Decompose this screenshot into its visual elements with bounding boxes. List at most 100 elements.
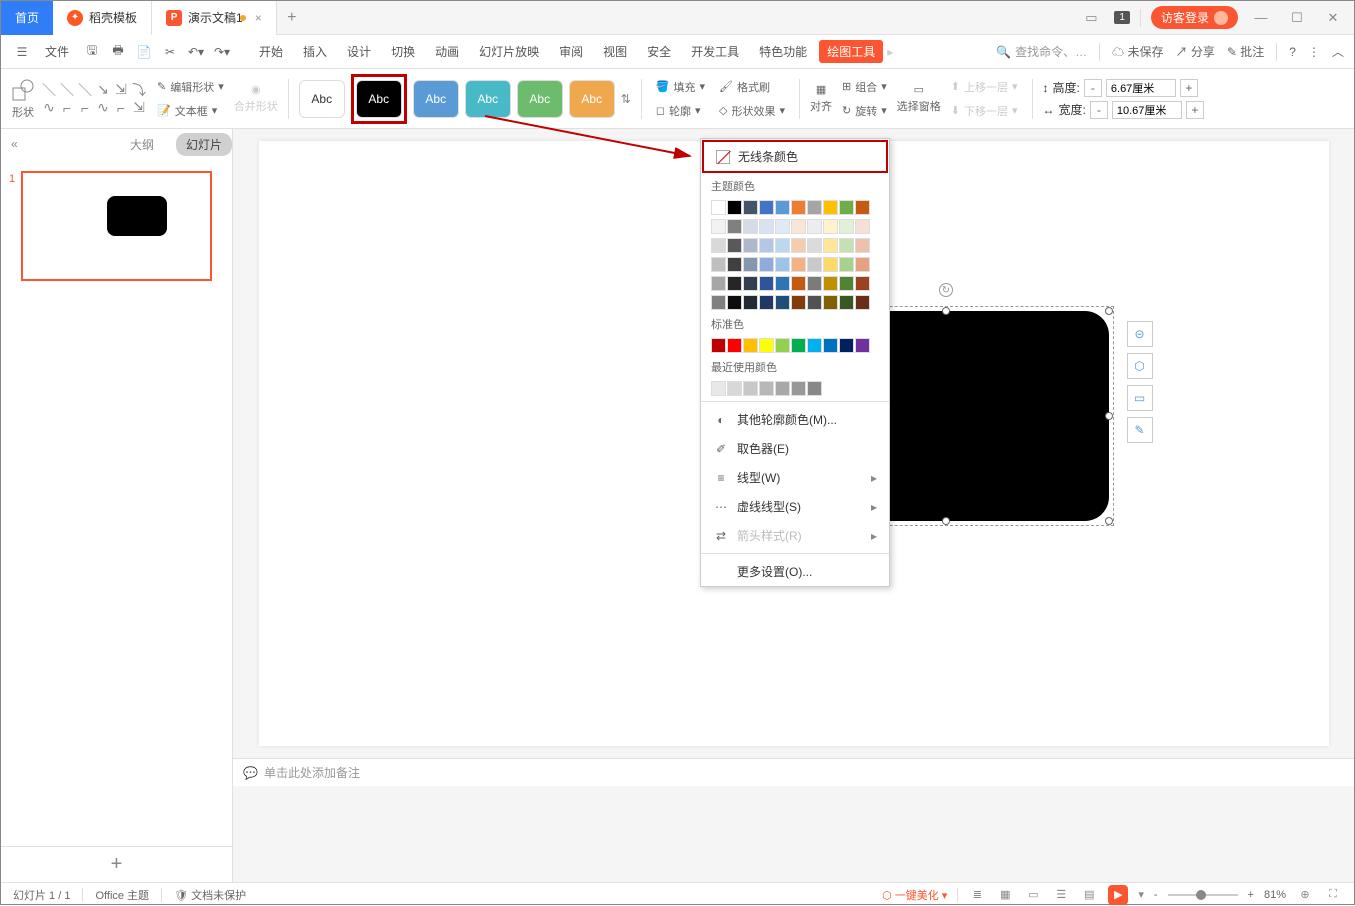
resize-handle-ne[interactable] [1105,307,1113,315]
color-swatch[interactable] [807,295,822,310]
color-swatch[interactable] [727,200,742,215]
slides-tab[interactable]: 幻灯片 [176,133,232,156]
color-swatch[interactable] [775,257,790,272]
menu-animation[interactable]: 动画 [427,40,467,63]
play-button[interactable]: ▶ [1108,885,1128,905]
style-preset-1[interactable]: Abc [299,80,345,118]
color-swatch[interactable] [743,381,758,396]
color-swatch[interactable] [775,295,790,310]
selection-pane-button[interactable]: ▭ 选择窗格 [897,83,941,114]
undo-icon[interactable]: ↶▾ [185,41,207,63]
color-swatch[interactable] [743,295,758,310]
view-sorter-icon[interactable]: ▦ [996,886,1014,904]
share-button[interactable]: ↗ 分享 [1176,43,1215,60]
color-swatch[interactable] [711,295,726,310]
fullscreen-icon[interactable]: ⛶ [1324,886,1342,904]
slide-thumbnail-1[interactable]: 1 [21,171,212,281]
zoom-slider[interactable] [1168,894,1238,896]
color-swatch[interactable] [823,238,838,253]
color-swatch[interactable] [855,276,870,291]
color-swatch[interactable] [743,200,758,215]
width-input[interactable] [1112,101,1182,119]
color-swatch[interactable] [839,200,854,215]
menu-transition[interactable]: 切换 [383,40,423,63]
shapes-button[interactable]: 形状 [11,78,35,120]
more-settings-option[interactable]: 更多设置(O)... [701,557,889,586]
menu-insert[interactable]: 插入 [295,40,335,63]
height-minus[interactable]: - [1084,79,1102,97]
text-box-button[interactable]: 📝 文本框 ▾ [153,101,228,121]
color-swatch[interactable] [727,219,742,234]
add-slide-button[interactable]: + [1,846,232,882]
color-swatch[interactable] [743,276,758,291]
color-swatch[interactable] [823,338,838,353]
dashes-option[interactable]: ⋯ 虚线线型(S) ▸ [701,492,889,521]
color-swatch[interactable] [839,276,854,291]
menu-review[interactable]: 审阅 [551,40,591,63]
color-swatch[interactable] [727,338,742,353]
color-swatch[interactable] [759,295,774,310]
format-painter-button[interactable]: 🖌 格式刷 [715,77,789,97]
color-swatch[interactable] [727,257,742,272]
color-swatch[interactable] [823,200,838,215]
tab-home[interactable]: 首页 [1,1,53,35]
annotate-button[interactable]: ✎ 批注 [1227,43,1264,60]
color-swatch[interactable] [775,381,790,396]
color-swatch[interactable] [791,257,806,272]
zoom-value[interactable]: 81% [1264,889,1286,901]
color-swatch[interactable] [823,276,838,291]
window-menu-icon[interactable]: ▭ [1078,10,1104,26]
color-swatch[interactable] [839,238,854,253]
color-swatch[interactable] [759,381,774,396]
close-button[interactable]: ✕ [1320,10,1346,26]
style-more-icon[interactable]: ⇅ [621,92,631,106]
color-swatch[interactable] [807,200,822,215]
color-swatch[interactable] [791,238,806,253]
resize-handle-n[interactable] [942,307,950,315]
minimize-button[interactable]: — [1248,10,1274,25]
menu-view[interactable]: 视图 [595,40,635,63]
tab-rice-templates[interactable]: ✦ 稻壳模板 [53,1,152,35]
color-swatch[interactable] [855,219,870,234]
view-outline-icon[interactable]: ☰ [1052,886,1070,904]
color-swatch[interactable] [839,295,854,310]
tab-add[interactable]: + [277,1,307,35]
edit-shape-button[interactable]: ✎ 编辑形状 ▾ [153,77,228,97]
color-swatch[interactable] [855,200,870,215]
color-swatch[interactable] [775,276,790,291]
align-button[interactable]: ▦ 对齐 [810,83,832,114]
color-swatch[interactable] [839,219,854,234]
menu-hamburger-icon[interactable]: ☰ [11,41,33,63]
quick-tool-3[interactable]: ▭ [1127,385,1153,411]
color-swatch[interactable] [775,238,790,253]
color-swatch[interactable] [727,276,742,291]
menu-design[interactable]: 设计 [339,40,379,63]
rotate-button[interactable]: ↻ 旋转 ▾ [838,101,891,121]
color-swatch[interactable] [759,338,774,353]
color-swatch[interactable] [743,238,758,253]
width-plus[interactable]: + [1186,101,1204,119]
beautify-button[interactable]: ⬡ 一键美化 ▾ [882,887,947,903]
color-swatch[interactable] [791,295,806,310]
color-swatch[interactable] [791,219,806,234]
shape-effect-button[interactable]: ◇ 形状效果 ▾ [715,101,789,121]
view-reading-icon[interactable]: ▭ [1024,886,1042,904]
color-swatch[interactable] [711,219,726,234]
notes-bar[interactable]: 💬 单击此处添加备注 [233,758,1354,786]
more-icon[interactable]: ⋮ [1308,45,1320,59]
color-swatch[interactable] [855,338,870,353]
color-swatch[interactable] [743,257,758,272]
resize-handle-se[interactable] [1105,517,1113,525]
color-swatch[interactable] [823,295,838,310]
color-swatch[interactable] [791,200,806,215]
color-swatch[interactable] [807,381,822,396]
color-swatch[interactable] [775,200,790,215]
color-swatch[interactable] [711,381,726,396]
outline-tab[interactable]: 大纲 [120,133,164,156]
menu-start[interactable]: 开始 [251,40,291,63]
color-swatch[interactable] [743,219,758,234]
quick-tool-1[interactable]: ⊝ [1127,321,1153,347]
fill-button[interactable]: 🪣 填充 ▾ [652,77,709,97]
cut-icon[interactable]: ✂ [159,41,181,63]
menu-file[interactable]: 文件 [37,40,77,63]
